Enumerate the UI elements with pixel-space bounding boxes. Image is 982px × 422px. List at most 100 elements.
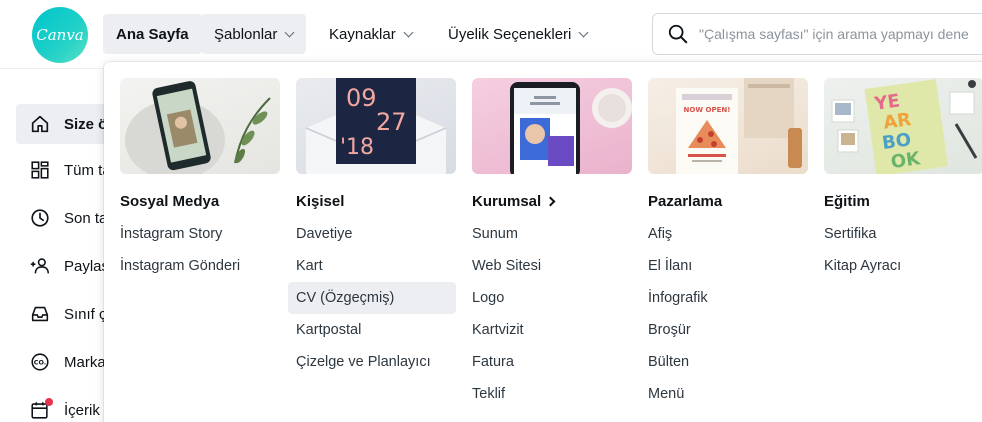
logo-text: Canva (36, 26, 84, 44)
calendar-icon (28, 398, 53, 422)
menu-link-cv[interactable]: CV (Özgeçmiş) (288, 282, 456, 314)
sidebar-item-shared[interactable]: Paylaşılanlar (16, 246, 116, 286)
divider (0, 68, 104, 69)
nav-home[interactable]: Ana Sayfa (103, 14, 202, 54)
nav-resources-label: Kaynaklar (329, 25, 396, 43)
menu-column-title[interactable]: Sosyal Medya (120, 190, 280, 212)
brand-kit-icon: CO. (28, 350, 52, 374)
date-top: 09 (346, 84, 377, 112)
menu-link-invoice[interactable]: Fatura (472, 346, 632, 378)
menu-link-brochure[interactable]: Broşür (648, 314, 808, 346)
personal-thumbnail[interactable]: 09 27 '18 (296, 78, 456, 174)
menu-link-card[interactable]: Kart (296, 250, 456, 282)
menu-link-label: Kartpostal (296, 322, 362, 338)
sidebar-item-for-you[interactable]: Size özel (16, 104, 116, 144)
menu-link-label: Fatura (472, 354, 514, 370)
templates-dropdown: Sosyal Medya İnstagram Story İnstagram G… (104, 62, 982, 422)
nav-plans-label: Üyelik Seçenekleri (448, 25, 572, 43)
sidebar-item-all-designs[interactable]: Tüm tasarımlar (16, 150, 116, 190)
nav-templates-label: Şablonlar (214, 25, 278, 43)
menu-column-title-label: Sosyal Medya (120, 192, 220, 210)
canva-logo[interactable]: Canva (32, 7, 88, 63)
menu-link-label: Logo (472, 290, 505, 306)
menu-link-postcard[interactable]: Kartpostal (296, 314, 456, 346)
inbox-icon (28, 302, 52, 326)
menu-link-label: Web Sitesi (472, 258, 542, 274)
business-thumbnail[interactable] (472, 78, 632, 174)
menu-link-label: Sertifika (824, 226, 877, 242)
menu-column-title-label: Pazarlama (648, 192, 723, 210)
menu-link-business-card[interactable]: Kartvizit (472, 314, 632, 346)
chevron-down-icon (403, 27, 414, 37)
menu-link-label: İnstagram Gönderi (120, 258, 241, 274)
education-thumbnail[interactable]: YE AR BO OK (824, 78, 982, 174)
menu-link-presentation[interactable]: Sunum (472, 218, 632, 250)
menu-column-title-label: Kurumsal (472, 192, 542, 210)
menu-column-title[interactable]: Pazarlama (648, 190, 808, 212)
menu-link-label: Bülten (648, 354, 690, 370)
menu-link-proposal[interactable]: Teklif (472, 378, 632, 410)
sidebar-item-brand-kit[interactable]: CO. Marka Kiti (16, 342, 116, 382)
menu-link-logo[interactable]: Logo (472, 282, 632, 314)
chevron-down-icon (578, 27, 589, 37)
sidebar-item-class-work[interactable]: Sınıf çalışmaları (16, 294, 116, 334)
nav-resources[interactable]: Kaynaklar (316, 14, 425, 54)
people-icon (28, 254, 52, 278)
nav-home-label: Ana Sayfa (116, 25, 189, 43)
sidebar-item-recent[interactable]: Son tasarımlar (16, 198, 116, 238)
menu-link-menu[interactable]: Menü (648, 378, 808, 410)
search-icon (668, 24, 688, 44)
search-input[interactable] (699, 26, 982, 42)
svg-text:CO.: CO. (34, 358, 46, 366)
menu-link-label: El İlanı (648, 258, 693, 274)
menu-link-label: CV (Özgeçmiş) (296, 290, 395, 306)
menu-column-marketing: NOW OPEN! Pazarlama Afiş El İlanı İnfogr… (648, 78, 808, 410)
menu-link-label: Kartvizit (472, 322, 524, 338)
date-mid: 27 (376, 108, 407, 136)
menu-link-invitation[interactable]: Davetiye (296, 218, 456, 250)
clock-icon (28, 206, 52, 230)
menu-column-title[interactable]: Eğitim (824, 190, 982, 212)
chevron-right-icon (545, 196, 556, 206)
nav-plans[interactable]: Üyelik Seçenekleri (435, 14, 600, 54)
chevron-down-icon (284, 27, 295, 37)
menu-link-instagram-post[interactable]: İnstagram Gönderi (120, 250, 280, 282)
menu-link-label: Teklif (472, 386, 506, 402)
menu-link-label: Afiş (648, 226, 673, 242)
poster-text: NOW OPEN! (684, 106, 731, 114)
menu-column-social-media: Sosyal Medya İnstagram Story İnstagram G… (120, 78, 280, 282)
notification-dot (45, 398, 53, 406)
menu-link-instagram-story[interactable]: İnstagram Story (120, 218, 280, 250)
grid-icon (28, 158, 52, 182)
menu-link-label: Kart (296, 258, 323, 274)
sidebar-item-content-planner[interactable]: İçerik Planlayıcı (16, 390, 116, 422)
menu-link-certificate[interactable]: Sertifika (824, 218, 982, 250)
menu-column-education: YE AR BO OK Eğitim Sertifika Kitap Ayrac… (824, 78, 982, 282)
menu-link-poster[interactable]: Afiş (648, 218, 808, 250)
menu-link-label: İnfografik (648, 290, 708, 306)
menu-column-title-label: Eğitim (824, 192, 870, 210)
menu-link-bookmark[interactable]: Kitap Ayracı (824, 250, 982, 282)
menu-link-infographic[interactable]: İnfografik (648, 282, 808, 314)
top-navigation: Canva Ana Sayfa Şablonlar Kaynaklar Üyel… (0, 0, 982, 68)
home-icon (28, 112, 52, 136)
menu-column-title-label: Kişisel (296, 192, 345, 210)
menu-link-website[interactable]: Web Sitesi (472, 250, 632, 282)
menu-link-label: Menü (648, 386, 685, 402)
date-bottom: '18 (340, 135, 374, 160)
menu-link-planner[interactable]: Çizelge ve Planlayıcı (296, 346, 456, 378)
menu-link-newsletter[interactable]: Bülten (648, 346, 808, 378)
menu-column-title[interactable]: Kurumsal (472, 190, 632, 212)
menu-link-label: Çizelge ve Planlayıcı (296, 354, 431, 370)
nav-templates[interactable]: Şablonlar (201, 14, 307, 54)
menu-column-business: Kurumsal Sunum Web Sitesi Logo Kartvizit… (472, 78, 632, 410)
menu-link-flyer[interactable]: El İlanı (648, 250, 808, 282)
search-bar[interactable] (652, 13, 982, 55)
social-media-thumbnail[interactable] (120, 78, 280, 174)
menu-column-title[interactable]: Kişisel (296, 190, 456, 212)
menu-link-label: Sunum (472, 226, 518, 242)
marketing-thumbnail[interactable]: NOW OPEN! (648, 78, 808, 174)
yearbook-letters-4: OK (890, 148, 923, 173)
menu-link-label: Broşür (648, 322, 691, 338)
menu-link-label: İnstagram Story (120, 226, 223, 242)
